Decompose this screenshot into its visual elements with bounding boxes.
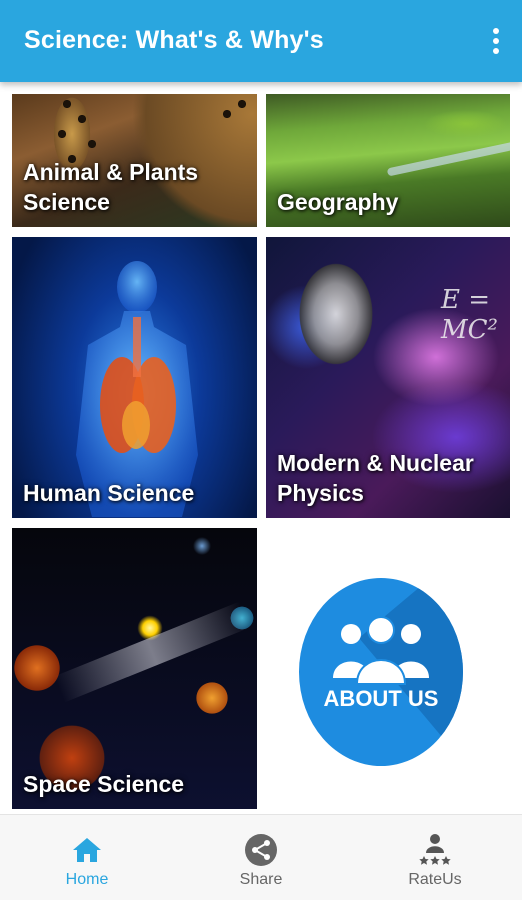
tile-geography[interactable]: Geography [266, 94, 510, 227]
people-group-icon [333, 616, 429, 685]
app-title: Science: What's & Why's [24, 26, 324, 54]
nav-rate-us[interactable]: RateUs [348, 815, 522, 900]
bottom-navigation: Home Share RateUs [0, 814, 522, 900]
tile-animal-plants-science[interactable]: Animal & Plants Science [12, 94, 257, 227]
app-bar: Science: What's & Why's [0, 0, 522, 82]
tile-label: Space Science [23, 771, 185, 797]
nav-label: RateUs [408, 871, 462, 888]
tile-label: Modern & Nuclear Physics [277, 450, 474, 506]
tile-label: Animal & Plants Science [23, 159, 199, 215]
home-icon [73, 838, 101, 862]
nav-label: Share [239, 871, 283, 888]
human-anatomy-image [12, 237, 257, 518]
tile-label: Geography [277, 189, 399, 215]
space-image [12, 528, 257, 809]
formula-text: E = MC² [441, 285, 498, 345]
about-us-button[interactable]: ABOUT US [299, 578, 463, 766]
rate-us-icon [419, 834, 451, 865]
nav-label: Home [65, 871, 109, 888]
tile-modern-nuclear-physics[interactable]: E = MC² Modern & Nuclear Physics [266, 237, 510, 518]
overflow-menu-icon[interactable] [484, 26, 508, 56]
nav-share[interactable]: Share [174, 815, 348, 900]
tile-human-science[interactable]: Human Science [12, 237, 257, 518]
tile-label: Human Science [23, 480, 195, 506]
tile-space-science[interactable]: Space Science [12, 528, 257, 809]
about-us-label: ABOUT US [323, 686, 439, 711]
share-icon [245, 834, 277, 866]
nav-home[interactable]: Home [0, 815, 174, 900]
